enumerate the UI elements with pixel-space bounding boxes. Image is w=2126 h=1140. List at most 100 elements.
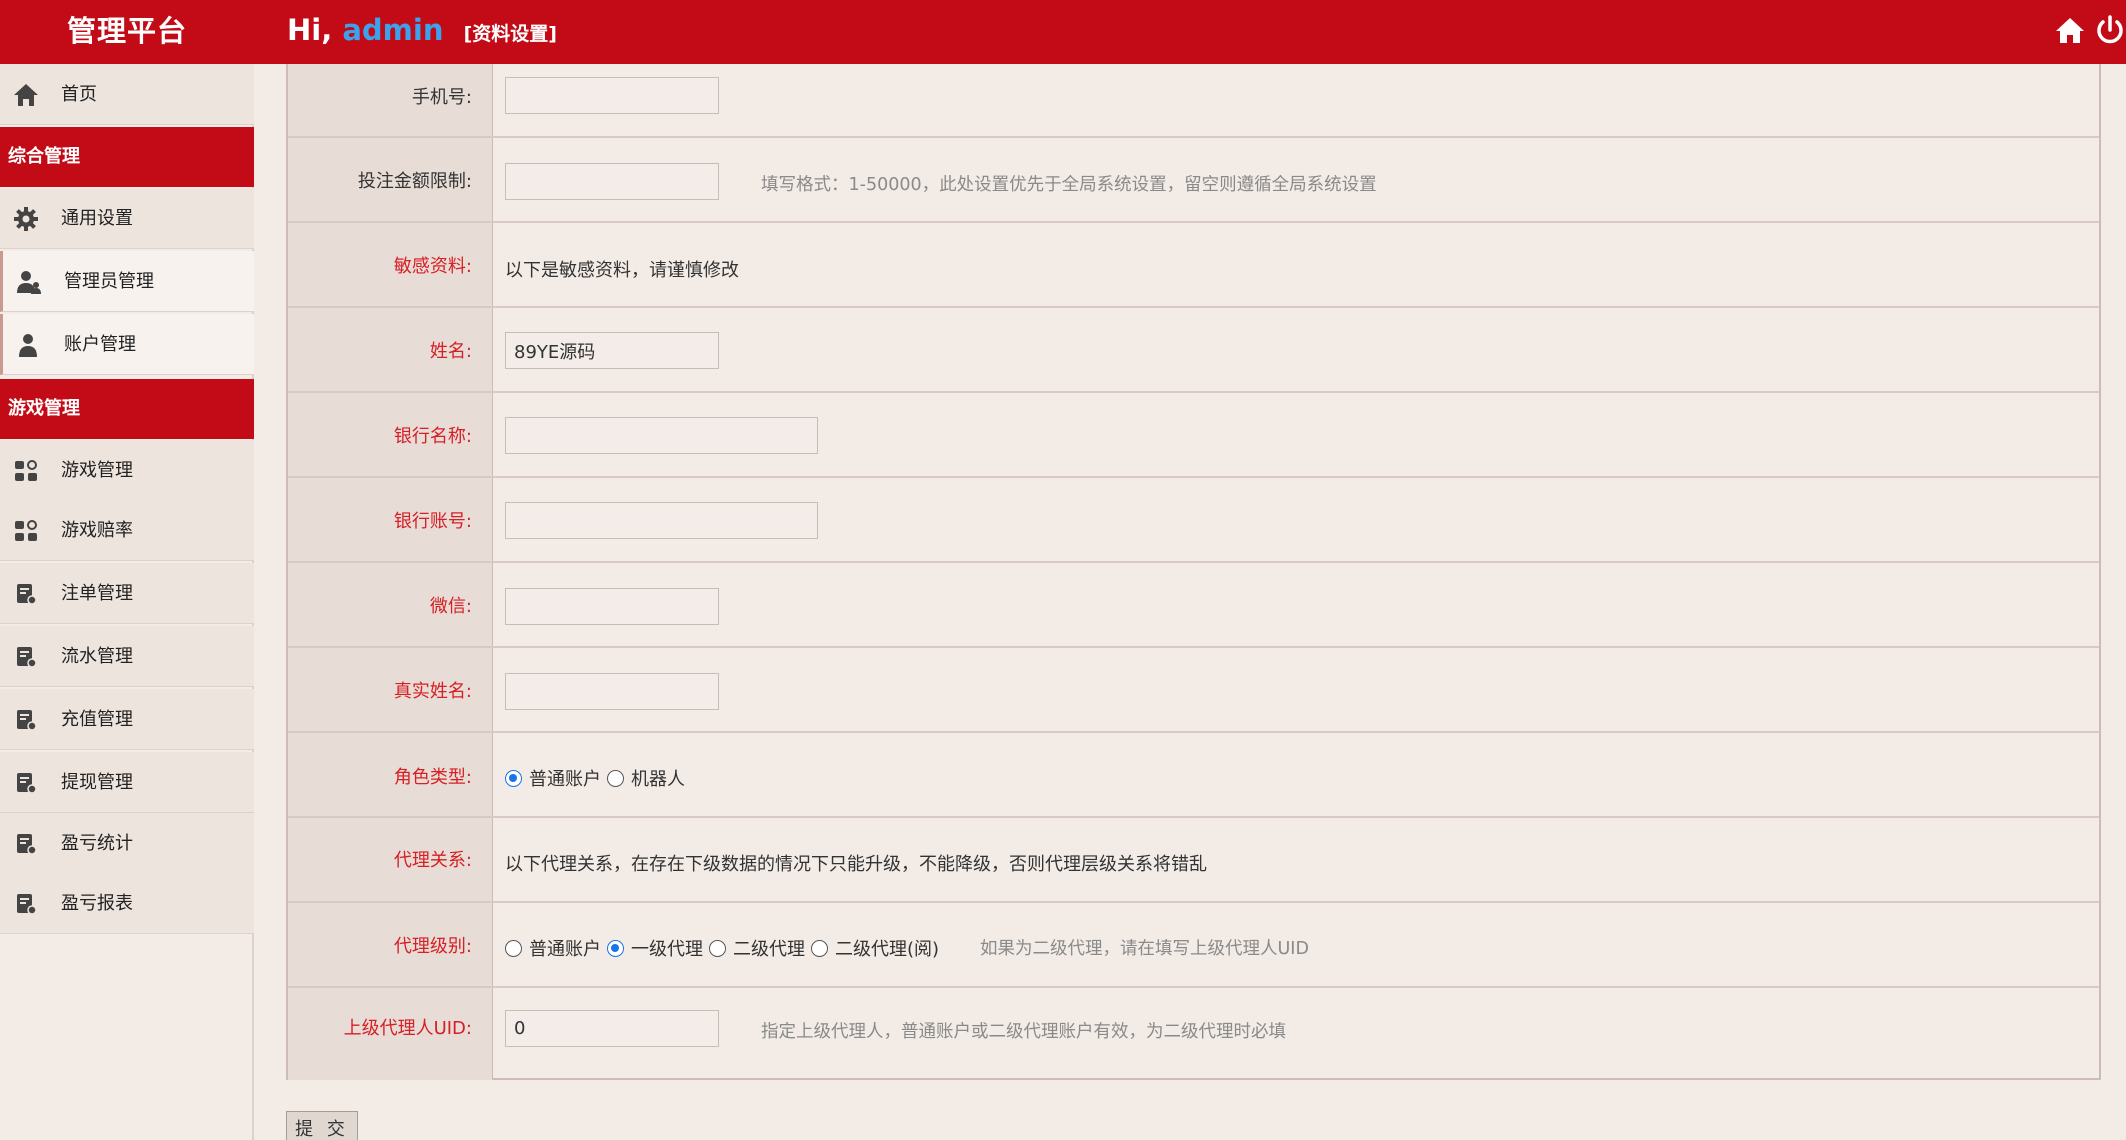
submit-button[interactable]: 提 交: [286, 1111, 358, 1140]
sidebar-section-general: 综合管理: [0, 127, 254, 187]
sidebar-item-label: 注单管理: [61, 583, 133, 604]
form-row-bet-limit: 投注金额限制: 填写格式：1-50000，此处设置优先于全局系统设置，留空则遵循…: [288, 138, 2099, 223]
bet-limit-input[interactable]: [505, 163, 719, 200]
radio-label: 二级代理: [733, 939, 805, 960]
form-row-bank-account: 银行账号:: [288, 478, 2099, 563]
home-icon[interactable]: [2052, 12, 2088, 48]
sidebar-item-label: 账户管理: [64, 334, 136, 355]
field-label: 银行账号:: [393, 511, 472, 532]
apps-icon: [15, 520, 37, 541]
users-icon: [17, 271, 41, 294]
name-input[interactable]: [505, 332, 719, 369]
field-label: 手机号:: [411, 87, 472, 108]
sidebar-item-label: 流水管理: [61, 646, 133, 667]
document-icon: [17, 773, 37, 794]
agent-level-hint: 如果为二级代理，请在填写上级代理人UID: [980, 939, 1309, 959]
agent-level-normal-radio[interactable]: [505, 939, 522, 957]
form-row-agent-relation: 代理关系: 以下代理关系，在存在下级数据的情况下只能升级，不能降级，否则代理层级…: [288, 818, 2099, 903]
form-row-agent-level: 代理级别: 普通账户 一级代理 二级代理 二级代理(阅) 如果为二级代理，请在填…: [288, 903, 2099, 988]
power-icon[interactable]: [2092, 12, 2126, 48]
document-icon: [17, 710, 37, 731]
bank-account-input[interactable]: [505, 502, 818, 539]
document-icon: [17, 834, 37, 855]
radio-label: 普通账户: [529, 769, 601, 790]
sidebar-item-home[interactable]: 首页: [0, 64, 254, 125]
sensitive-note: 以下是敏感资料，请谨慎修改: [505, 260, 739, 281]
phone-input[interactable]: [505, 77, 719, 114]
field-label: 代理级别:: [393, 936, 472, 957]
sidebar-item-flow-management[interactable]: 流水管理: [0, 626, 254, 687]
agent-level-second-radio[interactable]: [709, 939, 726, 957]
profile-settings-link[interactable]: [资料设置]: [464, 23, 557, 45]
radio-label: 普通账户: [529, 939, 601, 960]
role-type-radio-group: 普通账户 机器人: [505, 765, 691, 791]
field-label: 角色类型:: [393, 767, 472, 788]
bank-name-input[interactable]: [505, 417, 818, 454]
field-label: 微信:: [429, 596, 472, 617]
sidebar-item-label: 充值管理: [61, 709, 133, 730]
sidebar-section-game: 游戏管理: [0, 379, 254, 439]
agent-relation-note: 以下代理关系，在存在下级数据的情况下只能升级，不能降级，否则代理层级关系将错乱: [505, 854, 1207, 875]
form-row-wechat: 微信:: [288, 563, 2099, 648]
sidebar-item-label: 游戏赔率: [61, 520, 133, 541]
document-icon: [17, 894, 37, 915]
sidebar-item-label: 游戏管理: [61, 460, 133, 481]
username: admin: [342, 13, 444, 47]
user-icon: [19, 334, 37, 357]
field-label: 投注金额限制:: [357, 171, 472, 192]
bet-limit-hint: 填写格式：1-50000，此处设置优先于全局系统设置，留空则遵循全局系统设置: [761, 175, 1377, 195]
agent-level-second-view-radio[interactable]: [811, 939, 828, 957]
real-name-input[interactable]: [505, 673, 719, 710]
sidebar-item-label: 盈亏统计: [61, 833, 133, 854]
sidebar-item-bet-management[interactable]: 注单管理: [0, 563, 254, 624]
sidebar-item-game-management[interactable]: 游戏管理: [0, 440, 254, 501]
document-icon: [17, 647, 37, 668]
sidebar-item-label: 提现管理: [61, 772, 133, 793]
wechat-input[interactable]: [505, 588, 719, 625]
field-label: 代理关系:: [393, 850, 472, 871]
parent-uid-hint: 指定上级代理人，普通账户或二级代理账户有效，为二级代理时必填: [761, 1022, 1286, 1042]
sidebar-item-label: 首页: [61, 84, 97, 105]
field-label: 真实姓名:: [393, 681, 472, 702]
document-icon: [17, 584, 37, 605]
sidebar-item-profit-report[interactable]: 盈亏报表: [0, 873, 254, 934]
sidebar-item-recharge-management[interactable]: 充值管理: [0, 689, 254, 750]
role-robot-radio[interactable]: [607, 769, 624, 787]
role-normal-radio[interactable]: [505, 769, 522, 787]
radio-label: 一级代理: [631, 939, 703, 960]
sidebar-item-admin-management[interactable]: 管理员管理: [0, 251, 254, 312]
profile-form: 手机号: 投注金额限制: 填写格式：1-50000，此处设置优先于全局系统设置，…: [286, 64, 2101, 1080]
greeting-text: Hi,: [287, 13, 333, 47]
radio-label: 二级代理(阅): [835, 939, 940, 960]
greeting: Hi, admin [资料设置]: [287, 0, 557, 64]
sidebar-item-label: 盈亏报表: [61, 893, 133, 914]
form-row-bank-name: 银行名称:: [288, 393, 2099, 478]
agent-level-first-radio[interactable]: [607, 939, 624, 957]
top-header: 管理平台 Hi, admin [资料设置]: [0, 0, 2126, 64]
sidebar-item-label: 通用设置: [61, 208, 133, 229]
form-row-role-type: 角色类型: 普通账户 机器人: [288, 733, 2099, 818]
sidebar-item-general-settings[interactable]: 通用设置: [0, 188, 254, 249]
brand-title: 管理平台: [66, 14, 187, 48]
field-label: 敏感资料:: [393, 256, 472, 277]
field-label: 姓名:: [429, 341, 472, 362]
form-row-phone: 手机号:: [288, 64, 2099, 138]
form-row-name: 姓名:: [288, 308, 2099, 393]
sidebar-item-profit-stats[interactable]: 盈亏统计: [0, 813, 254, 874]
sidebar-item-game-odds[interactable]: 游戏赔率: [0, 500, 254, 561]
sidebar: 首页 综合管理 通用设置 管理员管理 账户管理 游戏管理 游戏管理 游戏赔率 注…: [0, 64, 254, 1140]
gear-icon: [14, 207, 38, 231]
sidebar-item-label: 管理员管理: [64, 271, 154, 292]
home-icon: [14, 84, 38, 106]
radio-label: 机器人: [631, 769, 685, 790]
form-row-sensitive: 敏感资料: 以下是敏感资料，请谨慎修改: [288, 223, 2099, 308]
field-label: 上级代理人UID:: [343, 1018, 472, 1039]
form-row-real-name: 真实姓名:: [288, 648, 2099, 733]
agent-level-radio-group: 普通账户 一级代理 二级代理 二级代理(阅): [505, 935, 945, 961]
apps-icon: [15, 460, 37, 481]
form-row-parent-uid: 上级代理人UID: 指定上级代理人，普通账户或二级代理账户有效，为二级代理时必填: [288, 988, 2099, 1080]
parent-uid-input[interactable]: [505, 1010, 719, 1047]
field-label: 银行名称:: [393, 426, 472, 447]
sidebar-item-withdraw-management[interactable]: 提现管理: [0, 752, 254, 813]
sidebar-item-account-management[interactable]: 账户管理: [0, 314, 254, 375]
